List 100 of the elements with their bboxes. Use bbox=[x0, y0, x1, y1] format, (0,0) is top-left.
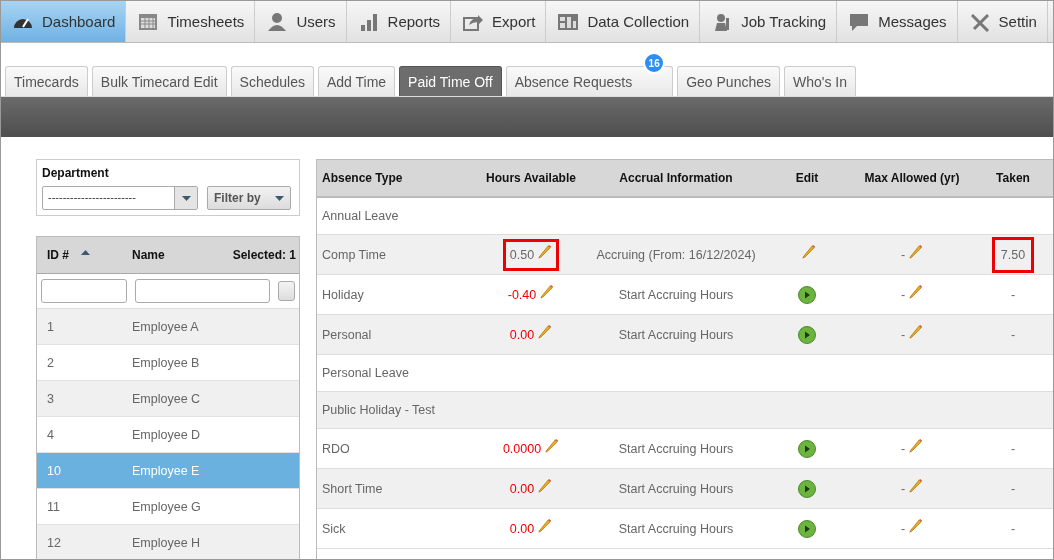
pencil-icon[interactable] bbox=[539, 284, 555, 299]
column-header[interactable]: ID # bbox=[47, 248, 69, 262]
employee-row[interactable]: 3 Employee C bbox=[37, 381, 299, 417]
nav-item[interactable]: Data Collection bbox=[546, 1, 701, 42]
nav-item[interactable]: Dashboard bbox=[1, 1, 127, 42]
nav-item[interactable]: Job Tracking bbox=[700, 1, 838, 42]
nav-item[interactable]: Timesheets bbox=[126, 1, 256, 42]
table-cell-text: Employee B bbox=[132, 355, 201, 370]
pencil-icon[interactable] bbox=[908, 438, 924, 453]
table-cell-text: Employee D bbox=[132, 427, 202, 442]
name-filter-field[interactable] bbox=[135, 279, 270, 303]
table-cell: 7.50 bbox=[991, 236, 1035, 273]
table-cell-text: 2 bbox=[46, 355, 55, 370]
table-cell-text: Employee E bbox=[132, 463, 201, 478]
nav-item[interactable]: Reports bbox=[346, 1, 452, 42]
department-dropdown[interactable]: ------------------------ bbox=[42, 186, 198, 210]
table-cell: - bbox=[900, 481, 906, 496]
pencil-icon[interactable] bbox=[537, 518, 553, 533]
pencil-icon[interactable] bbox=[537, 244, 553, 259]
pencil-icon[interactable] bbox=[908, 324, 924, 339]
table-cell: Public Holiday - Test bbox=[322, 403, 435, 417]
table-cell-text: 11 bbox=[46, 499, 61, 514]
employee-row[interactable]: 1 Employee A bbox=[37, 309, 299, 345]
table-cell-text: - bbox=[1009, 440, 1017, 458]
user-icon bbox=[266, 11, 289, 32]
column-header: Hours Available bbox=[485, 171, 577, 185]
table-cell: Start Accruing Hours bbox=[618, 441, 734, 456]
table-cell: RDO bbox=[322, 441, 350, 456]
table-cell: Personal bbox=[322, 327, 372, 342]
tab[interactable]: Who's In bbox=[784, 66, 857, 96]
tab[interactable]: Add Time bbox=[317, 66, 396, 96]
table-cell: 0.0000 bbox=[502, 441, 542, 456]
table-cell: Sick bbox=[322, 521, 346, 536]
table-cell: 0.00 bbox=[509, 327, 535, 342]
caret-icon bbox=[275, 195, 284, 201]
table-cell-text: 3 bbox=[46, 391, 55, 406]
play-button-icon[interactable] bbox=[798, 439, 816, 458]
pencil-icon[interactable] bbox=[801, 244, 816, 259]
tab[interactable]: Absence Requests bbox=[505, 66, 674, 96]
play-button-icon[interactable] bbox=[798, 325, 816, 344]
tab[interactable]: Bulk Timecard Edit bbox=[91, 66, 227, 96]
table-cell: Start Accruing Hours bbox=[618, 287, 734, 302]
table-cell: 0.00 bbox=[509, 521, 535, 536]
tab[interactable]: Schedules bbox=[230, 66, 314, 96]
table-cell-text: 10 bbox=[46, 463, 62, 478]
table-cell: - bbox=[900, 441, 906, 456]
play-button-icon[interactable] bbox=[798, 285, 816, 304]
chat-icon bbox=[848, 11, 871, 32]
play-button-icon[interactable] bbox=[798, 519, 816, 538]
table-cell-text: - bbox=[1009, 326, 1017, 344]
column-header: Max Allowed (yr) bbox=[863, 171, 961, 185]
sort-up-icon[interactable] bbox=[81, 249, 90, 255]
table-cell: Annual Leave bbox=[322, 209, 399, 223]
nav-item[interactable]: Users bbox=[255, 1, 347, 42]
column-header: Accrual Information bbox=[618, 171, 734, 185]
nav-item[interactable]: Messages bbox=[837, 1, 958, 42]
pencil-icon[interactable] bbox=[908, 244, 924, 259]
table-cell-text: - bbox=[1009, 286, 1017, 304]
filter-dropdown[interactable]: Filter by bbox=[207, 186, 291, 210]
column-header[interactable]: Name bbox=[132, 248, 233, 262]
table-cell-text: 1 bbox=[46, 319, 55, 334]
table-cell: Comp Time bbox=[322, 247, 386, 262]
nav-item[interactable]: Export bbox=[451, 1, 547, 42]
id-filter-field[interactable] bbox=[41, 279, 127, 303]
table-cell: - bbox=[900, 247, 906, 262]
play-button-icon[interactable] bbox=[798, 479, 816, 498]
pencil-icon[interactable] bbox=[544, 438, 560, 453]
tab[interactable]: Paid Time Off bbox=[399, 66, 502, 96]
employee-row[interactable]: 12 Employee H bbox=[37, 525, 299, 559]
table-cell: Start Accruing Hours bbox=[618, 481, 734, 496]
tab[interactable]: Timecards bbox=[5, 66, 88, 96]
pencil-icon[interactable] bbox=[908, 478, 924, 493]
table-cell: - bbox=[900, 287, 906, 302]
table-cell: - bbox=[900, 327, 906, 342]
select-all-button[interactable] bbox=[278, 281, 295, 301]
pencil-icon[interactable] bbox=[537, 324, 553, 339]
table-cell-text: - bbox=[1009, 520, 1017, 538]
grid-icon bbox=[557, 11, 580, 32]
table-cell-text: Employee A bbox=[132, 319, 200, 334]
pencil-icon[interactable] bbox=[908, 284, 924, 299]
caret-icon bbox=[181, 195, 191, 201]
nav-item[interactable]: Settin bbox=[957, 1, 1048, 42]
column-header: Edit bbox=[794, 171, 820, 185]
table-cell-text: 12 bbox=[46, 535, 62, 550]
count-badge: 16 bbox=[643, 52, 666, 74]
table-cell: Holiday bbox=[322, 287, 364, 302]
table-cell: 0.00 bbox=[509, 481, 535, 496]
table-cell: Accruing (From: 16/12/2024) bbox=[596, 247, 756, 262]
department-label: Department bbox=[42, 166, 110, 180]
column-header: Absence Type bbox=[321, 171, 404, 185]
column-header: Taken bbox=[995, 171, 1031, 185]
table-cell: Start Accruing Hours bbox=[618, 327, 734, 342]
table-cell: 0.50 bbox=[509, 247, 535, 262]
table-cell: - bbox=[900, 521, 906, 536]
selected-count: Selected: 1 bbox=[232, 248, 297, 262]
table-cell-text: Employee G bbox=[132, 499, 202, 514]
tab[interactable]: Geo Punches bbox=[677, 66, 780, 96]
pencil-icon[interactable] bbox=[537, 478, 553, 493]
table-cell: -0.40 bbox=[507, 287, 537, 302]
pencil-icon[interactable] bbox=[908, 518, 924, 533]
